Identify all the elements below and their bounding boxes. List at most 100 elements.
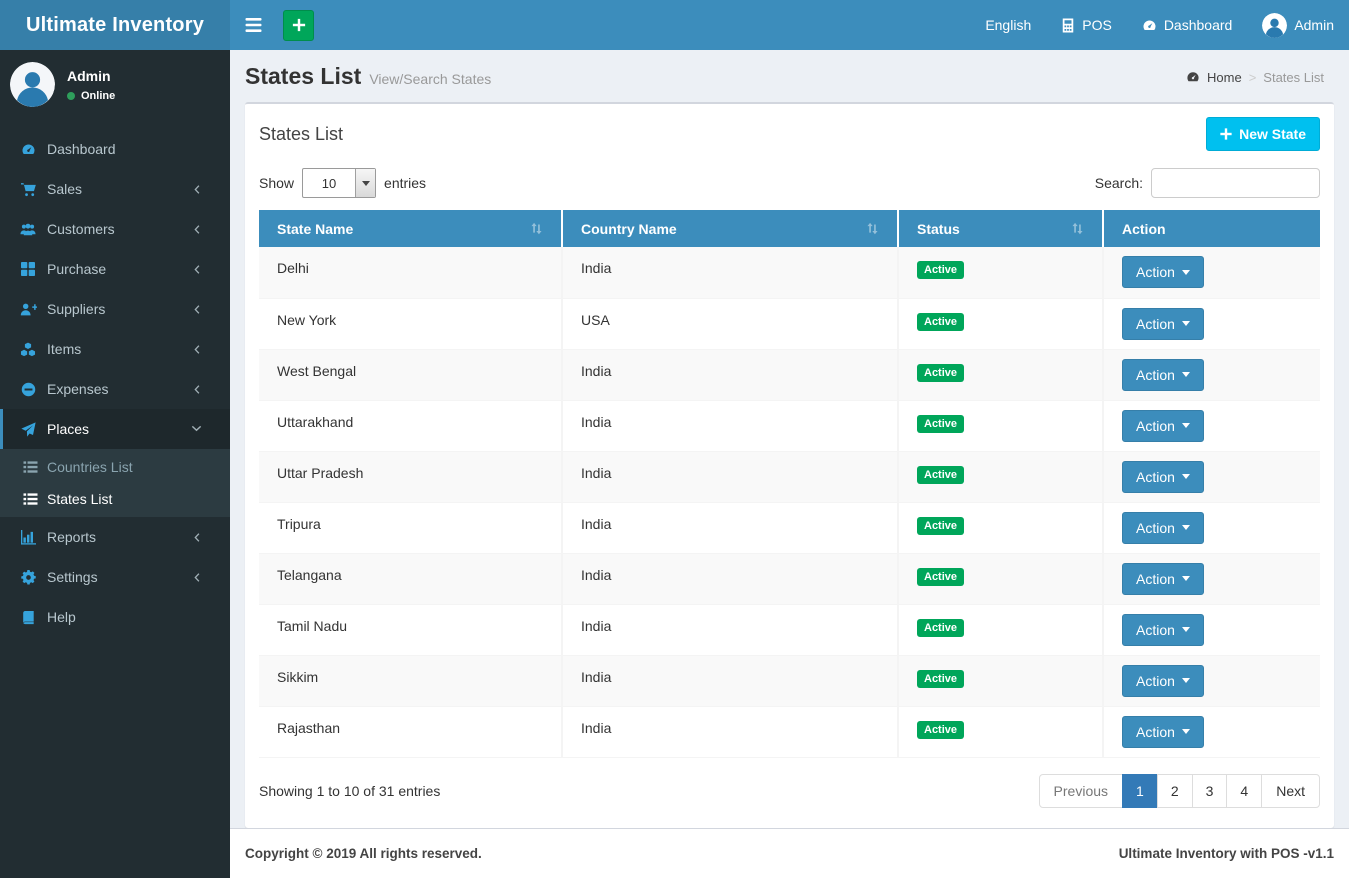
angle-left-icon	[186, 183, 206, 196]
book-icon	[18, 610, 38, 625]
action-dropdown-button[interactable]: Action	[1122, 256, 1204, 288]
status-cell: Active	[897, 450, 1103, 502]
table-body: Delhi India Active Action New York USA Active A…	[259, 247, 1320, 758]
dashboard-icon	[18, 142, 38, 157]
page-footer: Copyright © 2019 All rights reserved. Ul…	[230, 828, 1349, 878]
page-subtitle: View/Search States	[369, 71, 492, 87]
caret-down-icon	[1181, 321, 1190, 330]
sidebar-item-reports[interactable]: Reports	[0, 517, 230, 557]
sort-icon	[866, 222, 879, 235]
sort-icon	[530, 222, 543, 235]
breadcrumb-home-link[interactable]: Home	[1207, 70, 1242, 85]
sidebar-item-expenses[interactable]: Expenses	[0, 369, 230, 409]
new-state-button[interactable]: New State	[1206, 117, 1320, 151]
minus-circle-icon	[18, 382, 38, 397]
action-dropdown-button[interactable]: Action	[1122, 664, 1204, 697]
column-header-label: Status	[917, 220, 960, 237]
navbar-item-pos[interactable]: POS	[1046, 0, 1127, 50]
status-badge: Active	[917, 618, 965, 637]
state-name-cell: Telangana	[259, 552, 562, 604]
copyright-text: Copyright © 2019 All rights reserved.	[245, 846, 482, 861]
quick-add-button[interactable]	[283, 9, 314, 41]
search-input[interactable]	[1151, 168, 1320, 198]
country-name-cell: India	[561, 552, 898, 604]
status-cell: Active	[897, 501, 1103, 553]
table-search-control: Search:	[1095, 168, 1320, 198]
sidebar-toggle-button[interactable]	[230, 0, 276, 50]
action-dropdown-button[interactable]: Action	[1122, 511, 1204, 544]
action-button-label: Action	[1136, 366, 1175, 383]
column-header-status[interactable]: Status	[897, 210, 1103, 247]
action-cell: Action	[1102, 552, 1320, 604]
sidebar-item-label: Reports	[47, 529, 97, 545]
calculator-icon	[1061, 18, 1075, 33]
page-length-value: 10	[321, 175, 337, 191]
users-icon	[18, 222, 38, 237]
sort-icon	[1071, 222, 1084, 235]
status-badge: Active	[917, 720, 965, 739]
action-dropdown-button[interactable]: Action	[1122, 460, 1204, 493]
status-badge: Active	[917, 669, 965, 688]
brand-logo[interactable]: Ultimate Inventory	[0, 0, 230, 50]
breadcrumb-current: States List	[1263, 69, 1324, 85]
navbar-item-english[interactable]: English	[970, 0, 1046, 50]
action-dropdown-button[interactable]: Action	[1122, 409, 1204, 442]
sidebar-item-help[interactable]: Help	[0, 597, 230, 637]
navbar-right-menu: English POS Dashboard Admin	[970, 0, 1349, 50]
column-header-state-name[interactable]: State Name	[259, 210, 562, 247]
caret-down-icon	[1181, 627, 1190, 636]
pagination-page-button-2[interactable]: 2	[1156, 773, 1193, 808]
state-name-cell: Tamil Nadu	[259, 603, 562, 655]
sidebar-item-places[interactable]: Places	[0, 409, 230, 449]
pagination-page-button-3[interactable]: 3	[1191, 773, 1228, 808]
sidebar-item-settings[interactable]: Settings	[0, 557, 230, 597]
status-badge: Active	[917, 261, 965, 279]
sidebar-item-label: Places	[47, 421, 90, 437]
status-badge: Active	[917, 516, 965, 535]
user-status[interactable]: Online	[67, 90, 115, 102]
list-icon	[21, 492, 39, 506]
action-dropdown-button[interactable]: Action	[1122, 562, 1204, 595]
sidebar-item-states-list[interactable]: States List	[0, 483, 230, 515]
pagination-previous-button[interactable]: Previous	[1038, 773, 1124, 808]
action-dropdown-button[interactable]: Action	[1122, 613, 1204, 646]
action-cell: Action	[1102, 247, 1320, 298]
sidebar-item-purchase[interactable]: Purchase	[0, 249, 230, 289]
navbar-item-dashboard[interactable]: Dashboard	[1127, 0, 1248, 50]
entries-label: entries	[384, 175, 427, 191]
pagination-page-button-4[interactable]: 4	[1226, 773, 1263, 808]
table-row: Sikkim India Active Action	[259, 654, 1320, 706]
dashboard-icon	[1142, 18, 1157, 33]
pagination-page-button-1[interactable]: 1	[1122, 773, 1158, 808]
angle-left-icon	[186, 223, 206, 236]
column-header-country-name[interactable]: Country Name	[561, 210, 898, 247]
cart-icon	[18, 182, 38, 197]
user-avatar	[10, 62, 55, 107]
new-state-button-label: New State	[1239, 126, 1306, 142]
sidebar-item-items[interactable]: Items	[0, 329, 230, 369]
action-cell: Action	[1102, 450, 1320, 502]
version-text: Ultimate Inventory with POS -v1.1	[1118, 846, 1334, 861]
sidebar-item-label: Purchase	[47, 261, 107, 277]
action-cell: Action	[1102, 705, 1320, 758]
sidebar-item-suppliers[interactable]: Suppliers	[0, 289, 230, 329]
action-cell: Action	[1102, 399, 1320, 451]
sidebar-item-dashboard[interactable]: Dashboard	[0, 129, 230, 169]
status-cell: Active	[897, 705, 1103, 758]
sidebar-item-countries-list[interactable]: Countries List	[0, 451, 230, 483]
state-name-cell: Delhi	[259, 247, 562, 298]
action-dropdown-button[interactable]: Action	[1122, 358, 1204, 391]
card-header: States List New State	[245, 104, 1334, 164]
pagination-next-button[interactable]: Next	[1261, 773, 1320, 808]
state-name-cell: West Bengal	[259, 348, 562, 400]
column-header-label: Action	[1122, 220, 1166, 237]
page-length-select[interactable]: 10	[302, 168, 377, 198]
navbar-item-admin[interactable]: Admin	[1247, 0, 1349, 50]
status-badge: Active	[917, 312, 965, 331]
table-row: Uttar Pradesh India Active Action	[259, 450, 1320, 502]
action-dropdown-button[interactable]: Action	[1122, 715, 1204, 748]
status-cell: Active	[897, 603, 1103, 655]
action-dropdown-button[interactable]: Action	[1122, 307, 1204, 340]
sidebar-item-customers[interactable]: Customers	[0, 209, 230, 249]
sidebar-item-sales[interactable]: Sales	[0, 169, 230, 209]
